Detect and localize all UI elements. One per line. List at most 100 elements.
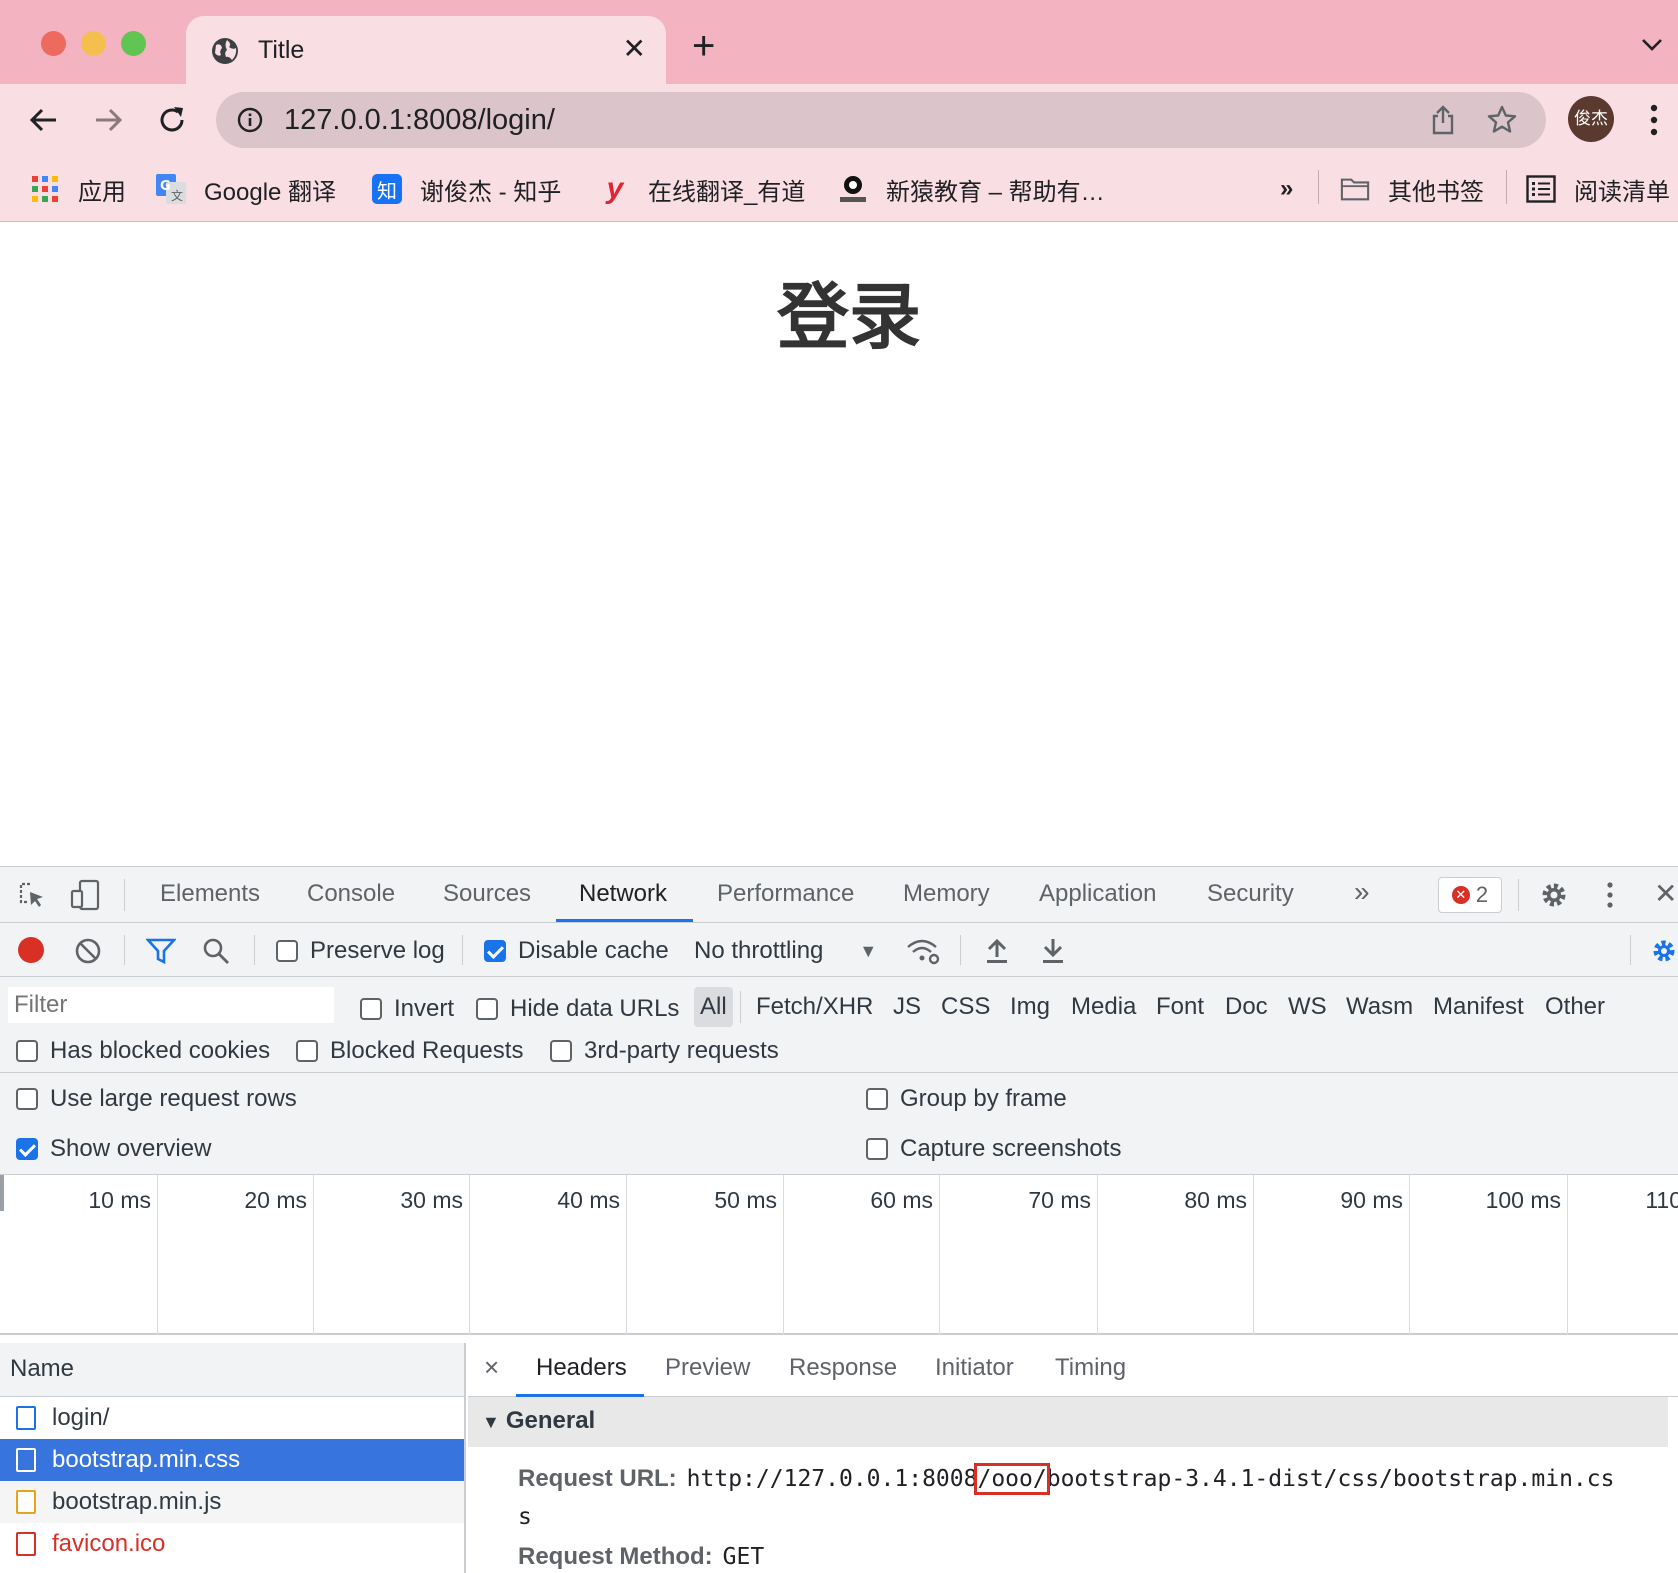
capture-screenshots-checkbox[interactable]: Capture screenshots — [866, 1135, 1121, 1163]
error-count-badge[interactable]: ✕ 2 — [1438, 877, 1502, 913]
more-tabs-button[interactable]: » — [1354, 876, 1370, 908]
bookmark-zhihu[interactable]: 知 谢俊杰 - 知乎 — [372, 170, 561, 208]
filter-type-doc[interactable]: Doc — [1225, 987, 1268, 1027]
filter-type-fetch-xhr[interactable]: Fetch/XHR — [756, 987, 873, 1027]
filter-type-all[interactable]: All — [694, 987, 733, 1027]
checkbox[interactable] — [866, 1088, 888, 1110]
divider — [1518, 879, 1519, 911]
close-tab-icon[interactable]: ✕ — [623, 32, 646, 65]
checkbox[interactable] — [476, 998, 498, 1020]
filter-type-css[interactable]: CSS — [941, 987, 990, 1027]
invert-checkbox[interactable]: Invert — [360, 995, 454, 1023]
request-row[interactable]: bootstrap.min.js — [0, 1481, 464, 1523]
filter-type-js[interactable]: JS — [893, 987, 921, 1027]
site-info-icon[interactable] — [236, 106, 264, 134]
overview-timeline[interactable]: 10 ms 20 ms 30 ms 40 ms 50 ms 60 ms 70 m… — [0, 1175, 1678, 1335]
tab-sources[interactable]: Sources — [443, 880, 531, 908]
network-settings-gear-icon[interactable] — [1650, 937, 1678, 965]
checkbox[interactable] — [296, 1040, 318, 1062]
throttling-select[interactable]: No throttling ▼ — [694, 937, 877, 965]
tab-preview[interactable]: Preview — [665, 1354, 750, 1382]
bookmark-google-translate[interactable]: G 文 Google 翻译 — [156, 170, 336, 208]
zoom-window-button[interactable] — [121, 31, 146, 56]
third-party-requests-checkbox[interactable]: 3rd-party requests — [550, 1037, 779, 1065]
bookmark-apps[interactable]: 应用 — [30, 170, 126, 208]
filter-type-other[interactable]: Other — [1545, 987, 1605, 1027]
checkbox[interactable] — [866, 1138, 888, 1160]
has-blocked-cookies-checkbox[interactable]: Has blocked cookies — [16, 1037, 270, 1065]
general-section-header[interactable]: ▼ General — [468, 1397, 1668, 1447]
request-row[interactable]: login/ — [0, 1397, 464, 1439]
filter-input[interactable] — [8, 987, 334, 1023]
checkbox[interactable] — [16, 1088, 38, 1110]
tab-response[interactable]: Response — [789, 1354, 897, 1382]
filter-type-img[interactable]: Img — [1010, 987, 1050, 1027]
reload-icon[interactable] — [154, 102, 190, 138]
show-overview-checkbox[interactable]: Show overview — [16, 1135, 211, 1163]
device-toolbar-icon[interactable] — [70, 879, 102, 911]
tab-performance[interactable]: Performance — [717, 880, 854, 908]
clear-icon[interactable] — [74, 937, 102, 965]
bookmarks-overflow-button[interactable]: » — [1280, 170, 1293, 208]
tab-headers[interactable]: Headers — [536, 1354, 627, 1382]
group-by-frame-checkbox[interactable]: Group by frame — [866, 1085, 1067, 1113]
tab-memory[interactable]: Memory — [903, 880, 990, 908]
tab-network[interactable]: Network — [579, 880, 667, 908]
apps-grid-icon — [30, 174, 60, 204]
bookmark-xinyuan[interactable]: 新猿教育 – 帮助有… — [838, 170, 1105, 208]
devtools-menu-icon[interactable] — [1600, 879, 1620, 911]
tab-security[interactable]: Security — [1207, 880, 1294, 908]
checkbox[interactable] — [16, 1138, 38, 1160]
url-text[interactable]: 127.0.0.1:8008/login/ — [284, 104, 555, 137]
profile-avatar[interactable]: 俊杰 — [1568, 96, 1614, 142]
chevron-down-icon[interactable] — [1640, 32, 1664, 56]
back-arrow-icon[interactable] — [26, 102, 62, 138]
new-tab-button[interactable]: + — [692, 26, 715, 66]
tab-console[interactable]: Console — [307, 880, 395, 908]
tab-timing[interactable]: Timing — [1055, 1354, 1126, 1382]
tab-application[interactable]: Application — [1039, 880, 1156, 908]
settings-gear-icon[interactable] — [1538, 879, 1570, 911]
forward-arrow-icon[interactable] — [90, 102, 126, 138]
share-icon[interactable] — [1428, 104, 1458, 136]
address-bar[interactable]: 127.0.0.1:8008/login/ — [216, 92, 1546, 148]
search-icon[interactable] — [202, 937, 230, 965]
import-har-icon[interactable] — [984, 937, 1010, 965]
preserve-log-checkbox[interactable]: Preserve log — [276, 937, 445, 965]
large-rows-checkbox[interactable]: Use large request rows — [16, 1085, 297, 1113]
inspect-element-icon[interactable] — [18, 881, 46, 909]
filter-funnel-icon[interactable] — [146, 937, 176, 965]
bookmark-youdao[interactable]: y 在线翻译_有道 — [600, 170, 806, 208]
filter-type-font[interactable]: Font — [1156, 987, 1204, 1027]
reading-list-button[interactable]: 阅读清单 — [1526, 170, 1670, 208]
filter-type-ws[interactable]: WS — [1288, 987, 1327, 1027]
tab-initiator[interactable]: Initiator — [935, 1354, 1014, 1382]
close-devtools-icon[interactable]: ✕ — [1654, 877, 1677, 910]
record-button[interactable] — [18, 937, 44, 963]
filter-type-manifest[interactable]: Manifest — [1433, 987, 1524, 1027]
checkbox[interactable] — [550, 1040, 572, 1062]
request-row-selected[interactable]: bootstrap.min.css — [0, 1439, 464, 1481]
kebab-menu-icon[interactable] — [1644, 100, 1664, 140]
checkbox[interactable] — [484, 940, 506, 962]
disable-cache-checkbox[interactable]: Disable cache — [484, 937, 669, 965]
other-bookmarks-folder[interactable]: 其他书签 — [1340, 170, 1484, 208]
checkbox[interactable] — [16, 1040, 38, 1062]
minimize-window-button[interactable] — [81, 31, 106, 56]
checkbox[interactable] — [276, 940, 298, 962]
filter-type-wasm[interactable]: Wasm — [1346, 987, 1413, 1027]
close-detail-icon[interactable]: × — [484, 1352, 499, 1383]
filter-type-media[interactable]: Media — [1071, 987, 1136, 1027]
name-column-header[interactable]: Name — [0, 1343, 464, 1397]
checkbox[interactable] — [360, 998, 382, 1020]
request-row-failed[interactable]: favicon.ico — [0, 1523, 464, 1565]
browser-tab[interactable]: Title ✕ — [186, 16, 666, 84]
network-conditions-icon[interactable] — [906, 937, 940, 965]
hide-data-urls-checkbox[interactable]: Hide data URLs — [476, 995, 679, 1023]
export-har-icon[interactable] — [1040, 937, 1066, 965]
tab-elements[interactable]: Elements — [160, 880, 260, 908]
bookmark-star-icon[interactable] — [1486, 104, 1518, 136]
close-window-button[interactable] — [41, 31, 66, 56]
request-list: Name login/ bootstrap.min.css bootstrap.… — [0, 1343, 466, 1573]
blocked-requests-checkbox[interactable]: Blocked Requests — [296, 1037, 523, 1065]
